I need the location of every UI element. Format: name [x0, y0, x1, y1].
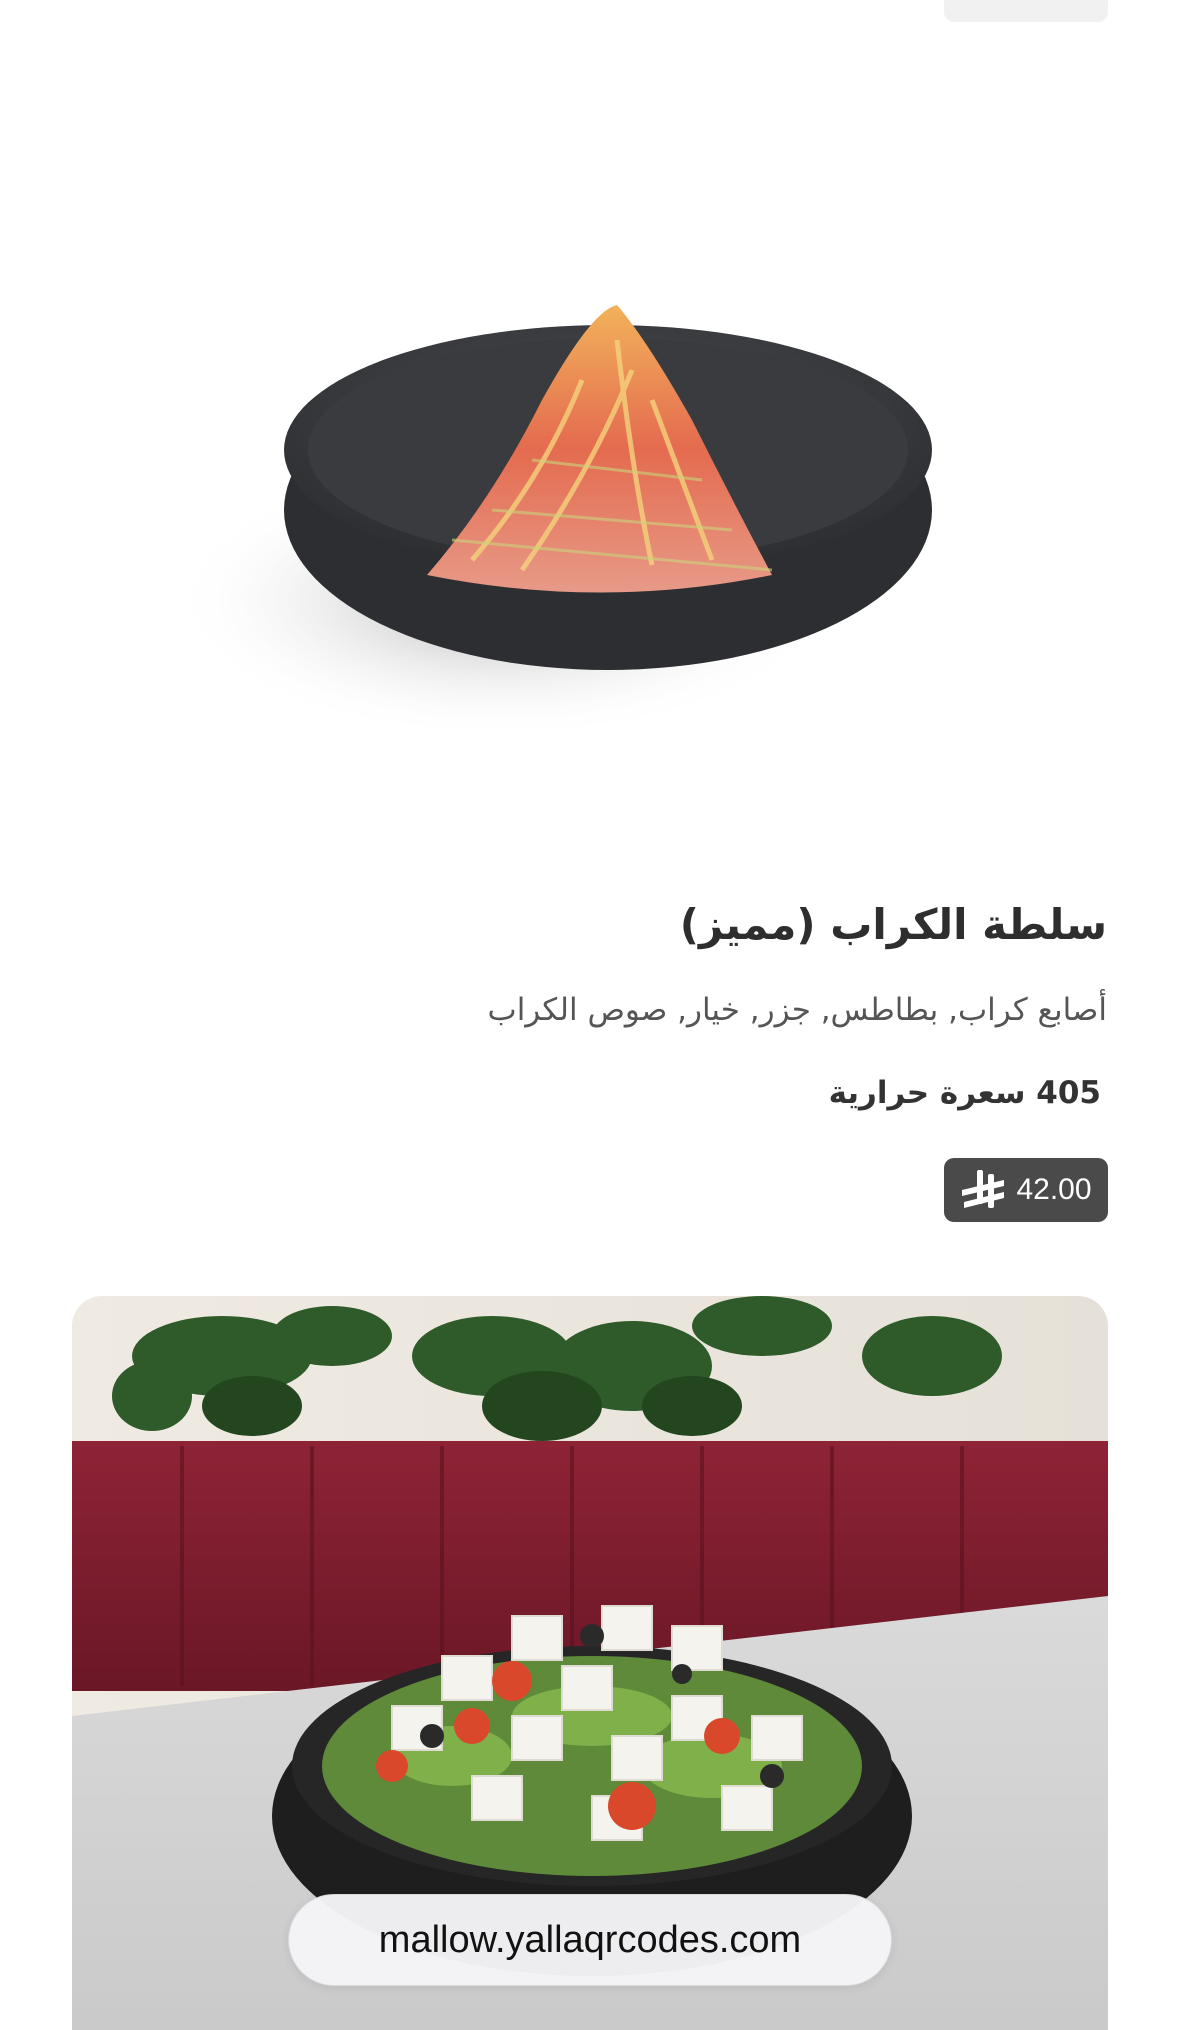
- previous-item-price-badge: [944, 0, 1108, 22]
- item-title: سلطة الكراب (مميز): [679, 900, 1107, 949]
- saudi-riyal-icon: [962, 1170, 1005, 1208]
- item-calories: 405 سعرة حرارية: [828, 1075, 1101, 1111]
- item-description: أصابع كراب, بطاطس, جزر, خيار, صوص الكراب: [487, 992, 1107, 1028]
- price-badge: 42.00: [944, 1158, 1108, 1222]
- crab-salad-image[interactable]: [72, 40, 1108, 870]
- url-text: mallow.yallaqrcodes.com: [378, 1918, 802, 1961]
- price-amount: 42.00: [1016, 1173, 1092, 1206]
- url-bar[interactable]: mallow.yallaqrcodes.com: [288, 1894, 892, 1986]
